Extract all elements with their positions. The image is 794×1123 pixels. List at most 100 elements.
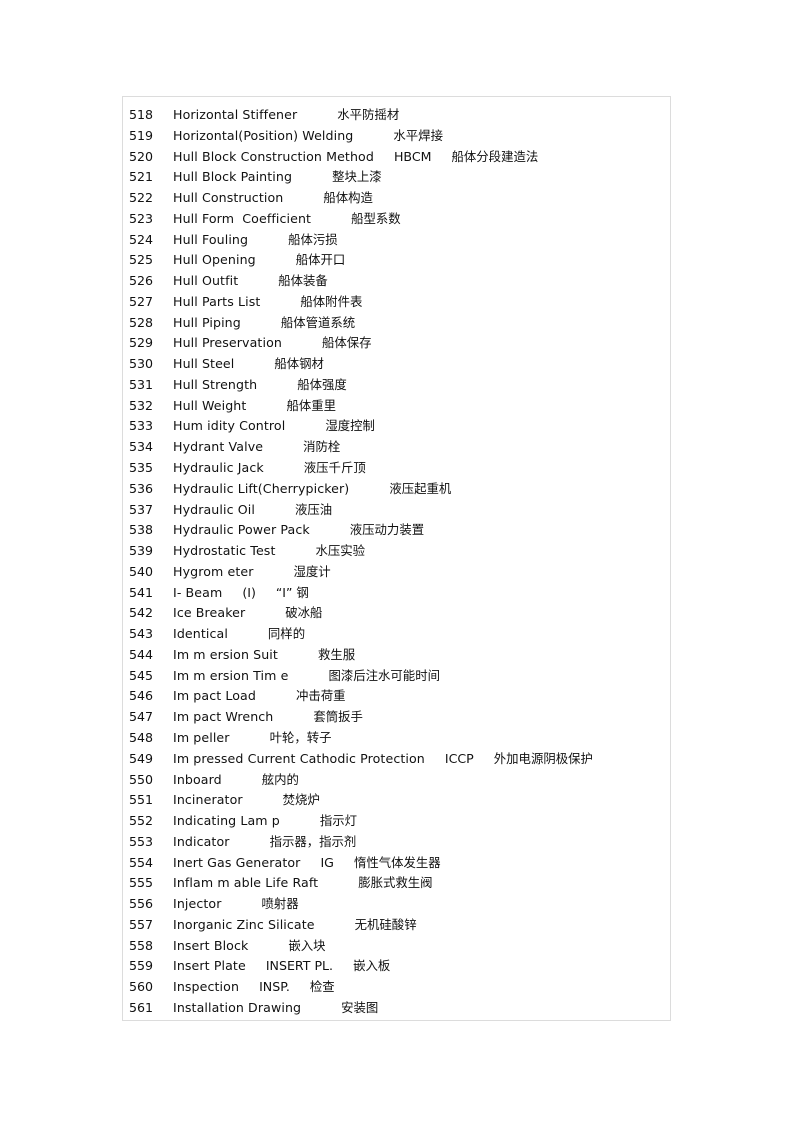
glossary-entry: 529 Hull Preservation 船体保存 [129,333,593,354]
entry-translation: 冲击荷重 [295,688,346,704]
entry-translation: 消防栓 [303,439,341,455]
entry-translation: 船体构造 [323,190,373,206]
entry-term: Hydrostatic Test [173,543,276,559]
glossary-entry: 530 Hull Steel 船体钢材 [129,354,593,375]
glossary-entry: 545 Im m ersion Tim e 图漆后注水可能时间 [129,666,593,687]
entry-translation: 安装图 [341,999,379,1015]
entry-number: 546 [129,688,154,704]
entry-term: Hygrom eter [173,563,254,579]
glossary-entry: 547 Im pact Wrench 套筒扳手 [129,707,593,728]
entry-term: Installation Drawing [173,999,302,1015]
entry-translation: 水平防摇材 [337,107,400,122]
entry-abbreviation: HBCM [393,148,432,164]
glossary-entry: 521 Hull Block Painting 整块上漆 [129,167,593,188]
glossary-entry: 553 Indicator 指示器，指示剂 [129,832,593,853]
entry-translation: 膨胀式救生阀 [358,875,433,891]
entry-translation: 船型系数 [351,210,401,226]
entry-translation: 嵌入块 [288,937,326,953]
entry-term: Insert Plate [173,958,246,974]
entry-term: Horizontal(Position) Welding [173,127,354,143]
entry-translation: 船体附件表 [300,293,363,309]
entry-number: 525 [129,252,154,268]
entry-abbreviation: ICCP [444,750,474,766]
glossary-entry: 543 Identical 同样的 [129,624,593,645]
glossary-entry: 528 Hull Piping 船体管道系统 [129,313,593,334]
glossary-entry: 536 Hydraulic Lift(Cherrypicker) 液压起重机 [129,479,593,500]
entry-term: Hull Steel [173,356,235,372]
entry-number: 518 [129,107,154,122]
glossary-entry: 559 Insert Plate INSERT PL. 嵌入板 [129,956,593,977]
entry-term: Im pact Load [173,688,256,704]
glossary-box: 518 Horizontal Stiffener 水平防摇材 519 Horizonta… [122,96,671,1021]
entry-translation: 水平焊接 [393,127,443,143]
glossary-entry: 524 Hull Fouling 船体污损 [129,230,593,251]
glossary-entry: 556 Injector 喷射器 [129,894,593,915]
glossary-entry: 519 Horizontal(Position) Welding 水平焊接 [129,126,593,147]
entry-number: 559 [129,958,154,974]
entry-translation: 船体钢材 [274,356,324,372]
entry-number: 553 [129,833,154,849]
entry-term: Hydraulic Oil [173,501,255,517]
entry-term: Hull Weight [173,397,247,413]
entry-term: Hull Piping [173,314,241,330]
entry-number: 549 [129,750,154,766]
entry-translation: 液压起重机 [389,480,452,496]
entry-term: Insert Block [173,937,249,953]
entry-number: 554 [129,854,154,870]
entry-number: 550 [129,771,154,787]
entry-number: 531 [129,376,154,392]
entry-number: 536 [129,480,154,496]
glossary-entry: 523 Hull Form Coefficient 船型系数 [129,209,593,230]
entry-number: 532 [129,397,154,413]
entry-term: Hum idity Control [173,418,286,434]
entry-term: Im pact Wrench [173,709,274,725]
entry-term: Horizontal Stiffener [173,107,298,122]
entry-number: 530 [129,356,154,372]
entry-number: 556 [129,896,154,912]
entry-term: Hull Preservation [173,335,282,351]
entry-number: 543 [129,626,154,642]
entry-translation: 船体管道系统 [280,314,356,330]
entry-translation: 无机硅酸锌 [354,916,417,932]
entry-number: 552 [129,813,154,829]
entry-number: 551 [129,792,154,808]
entry-translation: 湿度计 [293,563,331,579]
entry-translation: 船体装备 [278,273,328,289]
entry-term: Hull Fouling [173,231,249,247]
glossary-entry: 518 Horizontal Stiffener 水平防摇材 [129,105,593,126]
glossary-entry: 526 Hull Outfit 船体装备 [129,271,593,292]
glossary-entry: 540 Hygrom eter 湿度计 [129,562,593,583]
glossary-entry: 561 Installation Drawing 安装图 [129,998,593,1019]
glossary-entry: 534 Hydrant Valve 消防栓 [129,437,593,458]
glossary-entry: 551 Incinerator 焚烧炉 [129,790,593,811]
entry-translation: 水压实验 [315,543,366,559]
entry-term: Inflam m able Life Raft [173,875,319,891]
entry-term: Incinerator [173,792,243,808]
entry-term: Identical [173,626,228,642]
entry-translation: 液压千斤顶 [303,460,366,476]
glossary-list: 518 Horizontal Stiffener 水平防摇材 519 Horizonta… [129,105,593,1019]
entry-translation: 船体强度 [297,376,347,392]
entry-number: 539 [129,543,154,559]
entry-term: Injector [173,896,222,912]
entry-term: Inorganic Zinc Silicate [173,916,315,932]
entry-abbreviation: INSERT PL. [265,958,334,974]
glossary-entry: 560 Inspection INSP. 检查 [129,977,593,998]
entry-term: Hydraulic Power Pack [173,522,310,538]
entry-number: 527 [129,293,154,309]
entry-term: Hull Strength [173,376,258,392]
entry-number: 524 [129,231,154,247]
glossary-entry: 541 I- Beam (I) “I” 钢 [129,583,593,604]
entry-term: Inboard [173,771,222,787]
entry-translation: 指示器，指示剂 [269,833,357,849]
entry-number: 557 [129,916,154,932]
entry-translation: 图漆后注水可能时间 [328,667,440,683]
glossary-entry: 531 Hull Strength 船体强度 [129,375,593,396]
glossary-entry: 546 Im pact Load 冲击荷重 [129,686,593,707]
entry-translation: 指示灯 [319,813,358,829]
entry-term: Inspection [173,979,240,995]
entry-term: Hull Block Construction Method [173,148,374,164]
entry-translation: 同样的 [267,626,306,642]
glossary-entry: 537 Hydraulic Oil 液压油 [129,500,593,521]
entry-term: I- Beam [173,584,223,600]
